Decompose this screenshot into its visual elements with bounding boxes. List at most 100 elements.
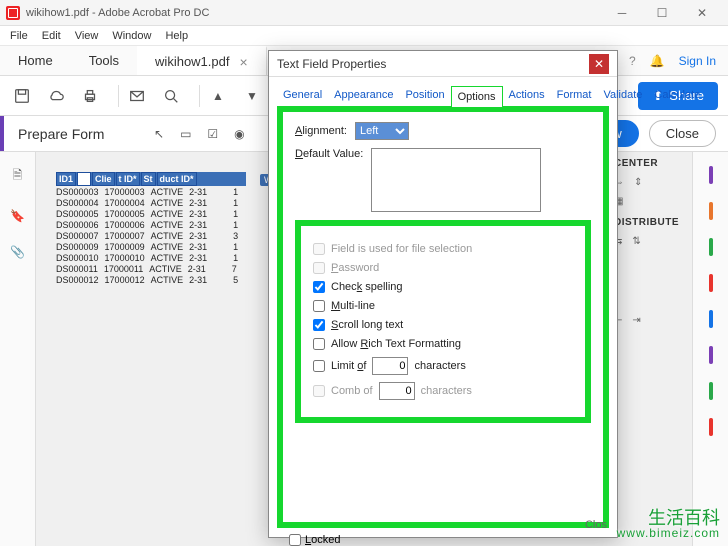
tool-chip-4[interactable] <box>709 274 713 292</box>
options-panel: Alignment: Left Default Value: Field is … <box>277 106 609 528</box>
default-value-label: Default Value: <box>295 148 363 160</box>
tool-chip-2[interactable] <box>709 202 713 220</box>
menu-window[interactable]: Window <box>106 28 157 44</box>
tab-tools[interactable]: Tools <box>71 46 137 75</box>
scroll-long-text-checkbox[interactable] <box>313 319 325 331</box>
notifications-bell-icon[interactable]: 🔔 <box>650 54 665 68</box>
watermark: 生活百科 www.bimeiz.com <box>617 509 720 540</box>
tab-document-label: wikihow1.pdf <box>155 54 229 69</box>
dialog-title-label: Text Field Properties <box>277 57 386 71</box>
save-icon[interactable] <box>10 84 34 108</box>
thumbnails-icon[interactable]: 🗎 <box>13 166 23 187</box>
checkbox-tool-icon[interactable]: ☑ <box>207 127 218 141</box>
file-selection-label: Field is used for file selection <box>331 243 472 255</box>
bookmarks-icon[interactable]: 🔖 <box>10 209 25 223</box>
pointer-tool-icon[interactable]: ↖ <box>154 127 164 141</box>
menu-view[interactable]: View <box>69 28 105 44</box>
right-tools-rail <box>692 152 728 546</box>
multiline-checkbox[interactable] <box>313 300 325 312</box>
page-up-icon[interactable]: ▲ <box>206 84 230 108</box>
locked-checkbox[interactable] <box>289 534 301 546</box>
check-spelling-checkbox[interactable] <box>313 281 325 293</box>
options-checkbox-group: Field is used for file selection Passwor… <box>295 220 591 423</box>
page-down-icon[interactable]: ▼ <box>240 84 264 108</box>
alignment-select[interactable]: Left <box>355 122 409 140</box>
comb-characters-input[interactable] <box>379 382 415 400</box>
dialog-tab-validate[interactable]: Validate <box>597 85 648 106</box>
alignment-label: Alignment: <box>295 125 347 137</box>
toolbar-divider <box>118 85 119 107</box>
characters-label-2: characters <box>421 385 472 397</box>
dialog-tab-position[interactable]: Position <box>399 85 450 106</box>
form-fields-header[interactable]: ID1 Clie t ID* St duct ID* <box>56 172 246 186</box>
radio-tool-icon[interactable]: ◉ <box>234 127 244 141</box>
tool-chip-5[interactable] <box>709 310 713 328</box>
cloud-icon[interactable] <box>44 84 68 108</box>
dialog-tabs: General Appearance Position Options Acti… <box>269 77 617 106</box>
left-nav-rail: 🗎 🔖 📎 <box>0 152 36 546</box>
attachments-icon[interactable]: 📎 <box>10 245 25 259</box>
help-icon[interactable]: ? <box>629 54 636 68</box>
dialog-tab-general[interactable]: General <box>277 85 328 106</box>
field-st[interactable]: St <box>141 172 156 186</box>
scroll-long-text-label: Scroll long text <box>331 319 403 331</box>
dialog-close-text[interactable]: Clos <box>585 519 607 531</box>
watermark-text: 生活百科 <box>617 509 720 528</box>
search-icon[interactable] <box>159 84 183 108</box>
acrobat-app-icon <box>6 6 20 20</box>
distribute-heading: DISTRIBUTE <box>614 211 684 232</box>
distribute-v-icon[interactable]: ⇅ <box>632 236 640 247</box>
tool-chip-3[interactable] <box>709 238 713 256</box>
align-right-icon[interactable]: ⇥ <box>632 315 640 326</box>
dialog-tab-actions[interactable]: Actions <box>503 85 551 106</box>
window-title: wikihow1.pdf - Adobe Acrobat Pro DC <box>26 7 602 19</box>
limit-characters-input[interactable] <box>372 357 408 375</box>
limit-of-label: Limit of <box>331 360 366 372</box>
menu-edit[interactable]: Edit <box>36 28 67 44</box>
field-client[interactable]: Clie <box>92 172 115 186</box>
center-heading: CENTER <box>614 152 684 173</box>
form-tool-icons: ↖ ▭ ☑ ◉ <box>154 127 245 141</box>
dialog-tab-format[interactable]: Format <box>551 85 598 106</box>
window-titlebar: wikihow1.pdf - Adobe Acrobat Pro DC ─ ☐ … <box>0 0 728 26</box>
dialog-close-button[interactable]: ✕ <box>589 54 609 74</box>
field-clientid[interactable]: t ID* <box>116 172 140 186</box>
characters-label-1: characters <box>414 360 465 372</box>
tool-chip-7[interactable] <box>709 382 713 400</box>
comb-of-checkbox <box>313 385 325 397</box>
close-prepare-button[interactable]: Close <box>649 120 716 147</box>
field-blank[interactable] <box>77 172 91 186</box>
file-selection-checkbox <box>313 243 325 255</box>
multiline-label: Multi-line <box>331 300 375 312</box>
tool-chip-8[interactable] <box>709 418 713 436</box>
tab-document[interactable]: wikihow1.pdf × <box>137 46 267 75</box>
dialog-titlebar[interactable]: Text Field Properties ✕ <box>269 51 617 77</box>
menu-help[interactable]: Help <box>159 28 194 44</box>
tool-chip-1[interactable] <box>709 166 713 184</box>
limit-of-checkbox[interactable] <box>313 360 325 372</box>
field-id1[interactable]: ID1 <box>56 172 76 186</box>
dialog-tab-appearance[interactable]: Appearance <box>328 85 399 106</box>
dialog-tab-calculate[interactable]: Calculate <box>648 85 706 106</box>
password-label: Password <box>331 262 379 274</box>
window-close-button[interactable]: ✕ <box>682 0 722 26</box>
rich-text-label: Allow Rich Text Formatting <box>331 338 461 350</box>
text-field-properties-dialog: Text Field Properties ✕ General Appearan… <box>268 50 618 538</box>
tab-home[interactable]: Home <box>0 46 71 75</box>
dialog-tab-options[interactable]: Options <box>451 86 503 107</box>
toolbar-divider <box>199 85 200 107</box>
align-center-v-icon[interactable]: ⇕ <box>634 177 642 188</box>
tab-document-close-icon[interactable]: × <box>239 54 247 70</box>
window-minimize-button[interactable]: ─ <box>602 0 642 26</box>
print-icon[interactable] <box>78 84 102 108</box>
tool-chip-6[interactable] <box>709 346 713 364</box>
window-maximize-button[interactable]: ☐ <box>642 0 682 26</box>
email-icon[interactable] <box>125 84 149 108</box>
field-productid[interactable]: duct ID* <box>157 172 197 186</box>
default-value-textarea[interactable] <box>371 148 541 212</box>
rich-text-checkbox[interactable] <box>313 338 325 350</box>
text-field-tool-icon[interactable]: ▭ <box>180 127 191 141</box>
sign-in-link[interactable]: Sign In <box>679 54 716 68</box>
menu-file[interactable]: File <box>4 28 34 44</box>
check-spelling-label: Check spelling <box>331 281 403 293</box>
